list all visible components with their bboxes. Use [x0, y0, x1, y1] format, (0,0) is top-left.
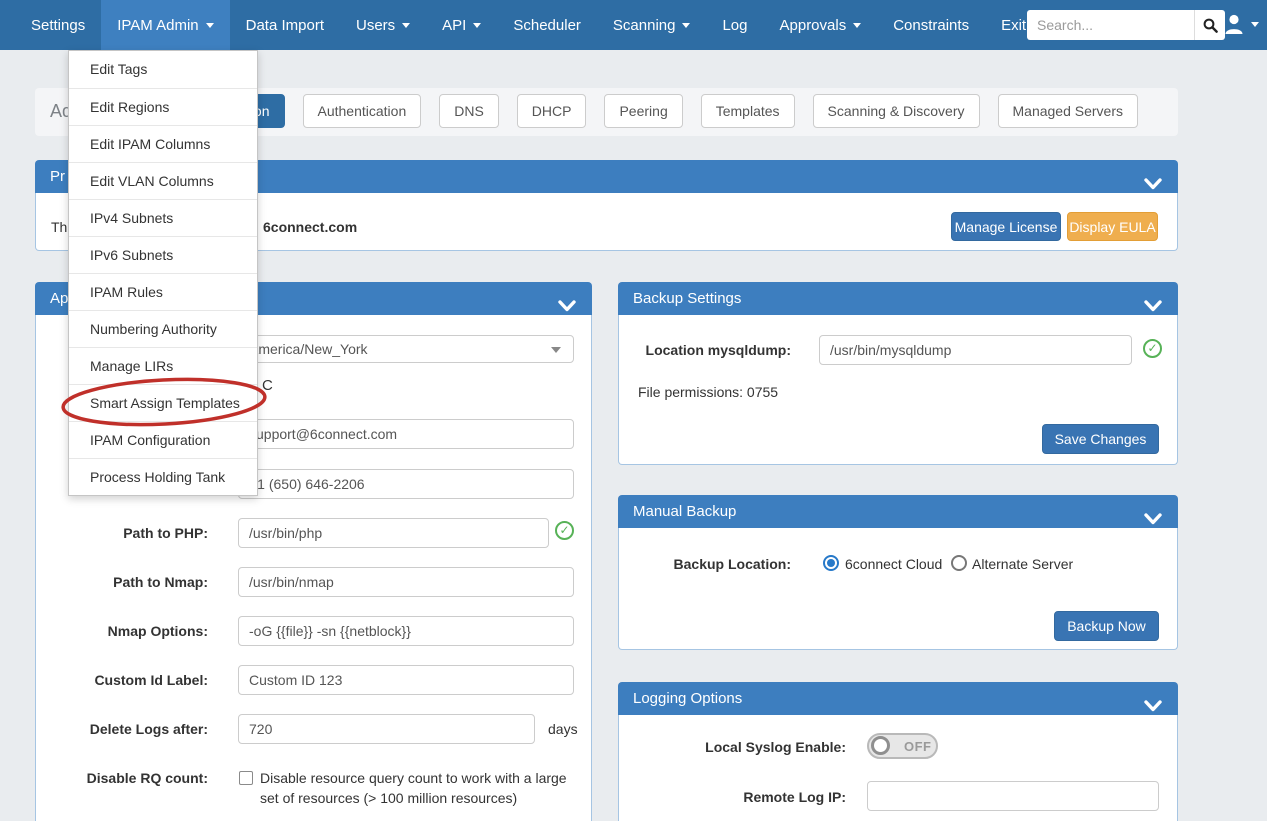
field-label: Location mysqldump: [629, 342, 791, 358]
file-permissions-text: File permissions: 0755 [638, 384, 778, 400]
nav-item-ipam-admin[interactable]: IPAM Admin [101, 0, 229, 50]
valid-check-icon: ✓ [1143, 339, 1162, 358]
tab-peering[interactable]: Peering [604, 94, 682, 128]
menu-item-manage-lirs[interactable]: Manage LIRs [69, 347, 257, 384]
backup-now-button[interactable]: Backup Now [1054, 611, 1159, 641]
tab-dhcp[interactable]: DHCP [517, 94, 587, 128]
utc-text-fragment: C [262, 377, 273, 394]
save-changes-button[interactable]: Save Changes [1042, 424, 1159, 454]
tab-authentication[interactable]: Authentication [303, 94, 422, 128]
mysqldump-location-field[interactable] [819, 335, 1132, 365]
tab-row: Application Authentication DNS DHCP Peer… [186, 94, 1138, 128]
nmap-options-field[interactable] [238, 616, 574, 646]
chevron-down-icon [402, 23, 410, 28]
menu-item-process-holding-tank[interactable]: Process Holding Tank [69, 458, 257, 495]
custom-id-label-field[interactable] [238, 665, 574, 695]
radio-label: 6connect Cloud [845, 556, 942, 572]
tab-dns[interactable]: DNS [439, 94, 499, 128]
licensee-name: 6connect.com [263, 219, 357, 235]
nav-item-log[interactable]: Log [706, 0, 763, 50]
user-icon [1224, 13, 1244, 35]
display-eula-button[interactable]: Display EULA [1067, 212, 1158, 241]
toggle-knob [871, 736, 890, 755]
local-syslog-toggle[interactable]: OFF [867, 733, 938, 759]
nav-item-settings[interactable]: Settings [15, 0, 101, 50]
nav-item-constraints[interactable]: Constraints [877, 0, 985, 50]
field-label: Custom Id Label: [46, 672, 208, 688]
toggle-state-label: OFF [904, 739, 932, 754]
support-email-field[interactable] [238, 419, 574, 449]
nav-item-approvals[interactable]: Approvals [764, 0, 878, 50]
remote-log-ip-field[interactable] [867, 781, 1159, 811]
logging-options-header: Logging Options [618, 682, 1178, 715]
top-nav-bar: Settings IPAM Admin Data Import Users AP… [0, 0, 1267, 50]
search-input[interactable] [1027, 10, 1194, 40]
menu-item-ipam-configuration[interactable]: IPAM Configuration [69, 421, 257, 458]
search-area [1027, 10, 1225, 40]
license-text-fragment: Th [51, 219, 67, 235]
valid-check-icon: ✓ [555, 521, 574, 540]
field-label: Nmap Options: [46, 623, 208, 639]
field-label: Local Syslog Enable: [629, 739, 846, 755]
nav-item-scheduler[interactable]: Scheduler [497, 0, 597, 50]
nav-item-scanning[interactable]: Scanning [597, 0, 707, 50]
select-caret-icon [551, 347, 561, 353]
logging-options-body: Local Syslog Enable: OFF Remote Log IP: [618, 715, 1178, 821]
rq-help-text-line2: set of resources (> 100 million resource… [260, 790, 517, 806]
chevron-down-icon [853, 23, 861, 28]
field-label: Path to Nmap: [46, 574, 208, 590]
nav-item-api[interactable]: API [426, 0, 497, 50]
manage-license-button[interactable]: Manage License [951, 212, 1061, 241]
nav-item-users[interactable]: Users [340, 0, 426, 50]
admin-settings-page: Settings IPAM Admin Data Import Users AP… [0, 0, 1267, 821]
logging-options-panel: Logging Options Local Syslog Enable: OFF… [618, 682, 1178, 821]
backup-settings-header: Backup Settings [618, 282, 1178, 315]
delete-logs-after-field[interactable] [238, 714, 535, 744]
field-label: Remote Log IP: [629, 789, 846, 805]
chevron-down-icon [1251, 22, 1259, 27]
user-menu[interactable] [1224, 13, 1259, 35]
tab-templates[interactable]: Templates [701, 94, 795, 128]
menu-item-numbering-authority[interactable]: Numbering Authority [69, 310, 257, 347]
tab-scanning-discovery[interactable]: Scanning & Discovery [813, 94, 980, 128]
nav-item-data-import[interactable]: Data Import [230, 0, 340, 50]
chevron-down-icon [473, 23, 481, 28]
tab-managed-servers[interactable]: Managed Servers [998, 94, 1139, 128]
field-label: Path to PHP: [46, 525, 208, 541]
field-label: Backup Location: [629, 556, 791, 572]
radio-label: Alternate Server [972, 556, 1073, 572]
support-phone-field[interactable] [238, 469, 574, 499]
backup-location-alternate-radio[interactable] [951, 555, 967, 571]
menu-item-smart-assign-templates[interactable]: Smart Assign Templates [69, 384, 257, 421]
path-to-nmap-field[interactable] [238, 567, 574, 597]
menu-item-edit-vlan-columns[interactable]: Edit VLAN Columns [69, 162, 257, 199]
manual-backup-body: Backup Location: 6connect Cloud Alternat… [618, 528, 1178, 650]
disable-rq-count-checkbox[interactable] [239, 771, 253, 785]
menu-item-ipam-rules[interactable]: IPAM Rules [69, 273, 257, 310]
backup-settings-panel: Backup Settings Location mysqldump: ✓ Fi… [618, 282, 1178, 465]
menu-item-ipv6-subnets[interactable]: IPv6 Subnets [69, 236, 257, 273]
ipam-admin-dropdown-menu: Edit Tags Edit Regions Edit IPAM Columns… [68, 50, 258, 496]
chevron-down-icon [682, 23, 690, 28]
manual-backup-panel: Manual Backup Backup Location: 6connect … [618, 495, 1178, 650]
field-label: Disable RQ count: [46, 770, 208, 786]
menu-item-edit-tags[interactable]: Edit Tags [69, 51, 257, 88]
days-suffix: days [548, 721, 578, 737]
chevron-down-icon [206, 23, 214, 28]
backup-location-cloud-radio[interactable] [823, 555, 839, 571]
path-to-php-field[interactable] [238, 518, 549, 548]
backup-settings-body: Location mysqldump: ✓ File permissions: … [618, 315, 1178, 465]
menu-item-ipv4-subnets[interactable]: IPv4 Subnets [69, 199, 257, 236]
menu-item-edit-regions[interactable]: Edit Regions [69, 88, 257, 125]
search-icon [1203, 18, 1218, 33]
timezone-select[interactable]: America/New_York [238, 335, 574, 363]
menu-item-edit-ipam-columns[interactable]: Edit IPAM Columns [69, 125, 257, 162]
manual-backup-header: Manual Backup [618, 495, 1178, 528]
field-label: Delete Logs after: [46, 721, 208, 737]
search-button[interactable] [1194, 10, 1225, 40]
rq-help-text-line1: Disable resource query count to work wit… [260, 770, 567, 786]
